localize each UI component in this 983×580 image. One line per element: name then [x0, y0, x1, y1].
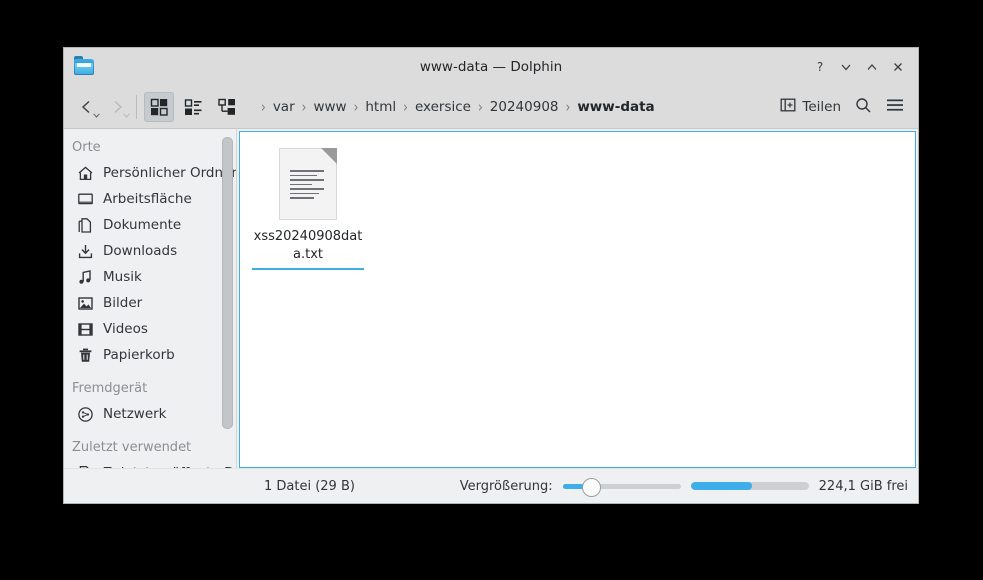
breadcrumb-separator: ›	[353, 98, 359, 116]
sidebar-item-label: Zuletzt geöffnete Da...	[103, 465, 236, 468]
sidebar-item-label: Arbeitsfläche	[103, 191, 192, 207]
status-bar: 1 Datei (29 B) Vergrößerung: 224,1 GiB f…	[64, 468, 918, 503]
free-space-label: 224,1 GiB frei	[818, 478, 908, 494]
sidebar-item-bilder[interactable]: Bilder	[64, 290, 236, 316]
trash-icon	[76, 346, 94, 364]
details-view-button[interactable]	[212, 92, 242, 122]
sidebar-item-label: Dokumente	[103, 217, 182, 233]
share-button[interactable]: Teilen	[774, 92, 847, 122]
zoom-slider-handle[interactable]	[582, 478, 602, 497]
minimize-button[interactable]	[834, 55, 858, 79]
breadcrumb-separator: ›	[403, 98, 408, 116]
sidebar-item-persoenlicher-ordner[interactable]: Persönlicher Ordner	[64, 160, 236, 186]
sidebar-item-arbeitsflaeche[interactable]: Arbeitsfläche	[64, 186, 236, 212]
sidebar-item-label: Musik	[103, 269, 142, 285]
home-icon	[76, 164, 94, 182]
sidebar-item-dokumente[interactable]: Dokumente	[64, 212, 236, 238]
file-selection-underline	[252, 268, 364, 270]
help-button[interactable]: ?	[808, 55, 832, 79]
zoom-label: Vergrößerung:	[459, 478, 553, 494]
music-icon	[76, 268, 94, 286]
breadcrumb-item-html[interactable]: html	[363, 99, 398, 115]
sidebar-scrollbar[interactable]	[222, 137, 233, 429]
sidebar-item-label: Downloads	[103, 243, 178, 259]
sidebar-item-videos[interactable]: Videos	[64, 316, 236, 342]
sidebar-item-label: Netzwerk	[103, 406, 167, 422]
maximize-button[interactable]	[860, 55, 884, 79]
svg-text:?: ?	[817, 60, 823, 74]
downloads-icon	[76, 242, 94, 260]
search-icon	[855, 97, 872, 118]
pictures-icon	[76, 294, 94, 312]
breadcrumb-separator: ›	[565, 98, 571, 116]
zoom-slider[interactable]	[562, 477, 681, 497]
toolbar-divider	[136, 95, 137, 119]
breadcrumb: › var › www › html › exersice › 20240908…	[256, 98, 774, 116]
sidebar-item-downloads[interactable]: Downloads	[64, 238, 236, 264]
breadcrumb-separator: ›	[301, 98, 307, 116]
videos-icon	[76, 320, 94, 338]
file-item[interactable]: xss20240908data.txt	[252, 140, 364, 270]
sidebar-section-fremdgeraet: Fremdgerät	[72, 381, 148, 396]
breadcrumb-item-exersice[interactable]: exersice	[413, 99, 473, 115]
breadcrumb-item-var[interactable]: var	[271, 99, 297, 115]
places-sidebar: Orte Persönlicher Ordner Arbeitsfläche D…	[64, 129, 237, 468]
window-title: www-data — Dolphin	[419, 59, 563, 75]
share-label: Teilen	[802, 99, 841, 115]
sidebar-item-label: Persönlicher Ordner	[103, 165, 236, 181]
forward-dropdown-icon	[123, 112, 130, 120]
text-file-icon	[279, 148, 337, 220]
sidebar-item-netzwerk[interactable]: Netzwerk	[64, 401, 236, 427]
breadcrumb-separator: ›	[261, 98, 266, 116]
sidebar-section-orte: Orte	[72, 140, 101, 155]
window-body: Orte Persönlicher Ordner Arbeitsfläche D…	[64, 129, 918, 468]
file-name-label: xss20240908data.txt	[253, 229, 363, 262]
window-controls: ?	[808, 48, 910, 86]
sidebar-item-musik[interactable]: Musik	[64, 264, 236, 290]
back-button[interactable]	[72, 92, 102, 122]
share-icon	[780, 97, 796, 117]
sidebar-item-label: Papierkorb	[103, 347, 175, 363]
forward-button	[102, 92, 132, 122]
sidebar-item-label: Videos	[103, 321, 148, 337]
free-space-bar[interactable]	[690, 482, 809, 490]
search-button[interactable]	[849, 92, 878, 122]
file-view[interactable]: xss20240908data.txt	[239, 131, 916, 468]
icons-view-button[interactable]	[144, 92, 174, 122]
status-center: Vergrößerung:	[459, 477, 809, 497]
toolbar: › var › www › html › exersice › 20240908…	[64, 86, 918, 129]
folder-icon	[74, 56, 96, 78]
documents-icon	[76, 216, 94, 234]
hamburger-menu-icon	[886, 97, 904, 117]
menu-button[interactable]	[880, 92, 910, 122]
compact-view-button[interactable]	[178, 92, 208, 122]
desktop-icon	[76, 190, 94, 208]
sidebar-item-label: Bilder	[103, 295, 143, 311]
close-button[interactable]	[886, 55, 910, 79]
breadcrumb-separator: ›	[477, 98, 483, 116]
sidebar-item-zuletzt-geoeffnete-dateien[interactable]: Zuletzt geöffnete Da...	[64, 460, 236, 468]
title-bar: www-data — Dolphin ?	[64, 48, 918, 86]
network-icon	[76, 405, 94, 423]
back-dropdown-icon[interactable]	[93, 112, 100, 120]
breadcrumb-item-www-data[interactable]: www-data	[575, 99, 656, 115]
dolphin-window: www-data — Dolphin ? › var › www › html …	[64, 48, 918, 503]
sidebar-item-papierkorb[interactable]: Papierkorb	[64, 342, 236, 368]
toolbar-actions: Teilen	[774, 92, 910, 122]
breadcrumb-item-www[interactable]: www	[311, 99, 348, 115]
recent-file-icon	[76, 464, 94, 468]
breadcrumb-item-20240908[interactable]: 20240908	[488, 99, 561, 115]
selection-info: 1 Datei (29 B)	[264, 478, 355, 494]
sidebar-section-zuletzt-verwendet: Zuletzt verwendet	[72, 440, 192, 455]
